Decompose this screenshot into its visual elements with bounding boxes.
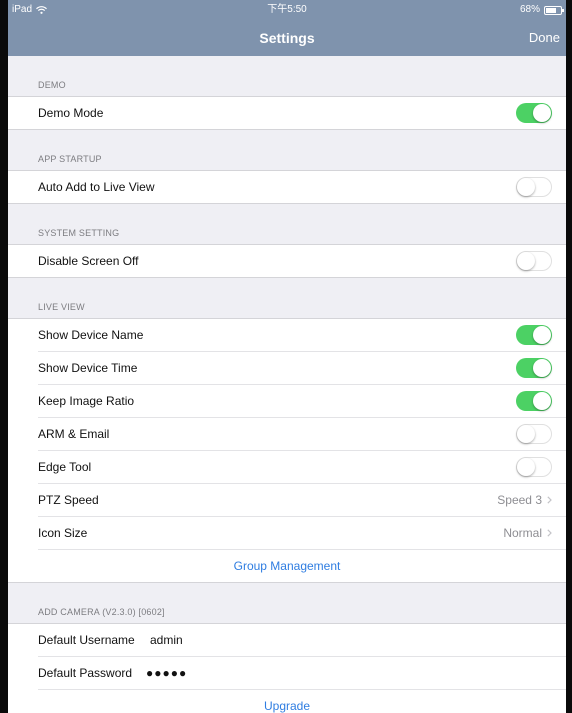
row-arm-email: ARM & Email (38, 418, 566, 451)
row-label: PTZ Speed (38, 493, 99, 507)
section-header-system-setting: SYSTEM SETTING (8, 204, 566, 245)
done-button[interactable]: Done (529, 20, 560, 56)
chevron-right-icon (547, 517, 552, 549)
group-management-button[interactable]: Group Management (8, 550, 566, 582)
row-label: Icon Size (38, 526, 88, 540)
section-header-label: LIVE VIEW (38, 302, 85, 312)
toggle-knob (533, 392, 551, 410)
section-header-label: ADD CAMERA (V2.3.0) [0602] (38, 607, 165, 617)
upgrade-button[interactable]: Upgrade (8, 690, 566, 713)
section-header-app-startup: APP STARTUP (8, 130, 566, 171)
row-label: Keep Image Ratio (38, 394, 135, 408)
toggle-knob (533, 359, 551, 377)
section-header-demo: DEMO (8, 56, 566, 97)
edge-tool-toggle[interactable] (516, 457, 552, 477)
row-edge-tool: Edge Tool (38, 451, 566, 484)
toggle-knob (517, 178, 535, 196)
row-icon-size[interactable]: Icon Size Normal (38, 517, 566, 550)
row-label: Edge Tool (38, 460, 92, 474)
ptz-speed-value: Speed 3 (497, 484, 552, 516)
battery-fill (546, 7, 556, 13)
battery-icon (544, 5, 564, 15)
status-right: 68% (519, 0, 564, 20)
toggle-knob (517, 458, 535, 476)
row-group-management: Group Management (38, 550, 566, 582)
row-show-device-name: Show Device Name (38, 319, 566, 352)
page-title: Settings (259, 30, 315, 46)
section-header-label: DEMO (38, 80, 66, 90)
row-demo-mode: Demo Mode (38, 97, 566, 129)
row-default-username: Default Username (38, 624, 566, 657)
auto-add-toggle[interactable] (516, 177, 552, 197)
row-default-password: Default Password ●●●●● (38, 657, 566, 690)
show-device-time-toggle[interactable] (516, 358, 552, 378)
username-input[interactable] (150, 624, 350, 656)
row-ptz-speed[interactable]: PTZ Speed Speed 3 (38, 484, 566, 517)
row-label: ARM & Email (38, 427, 110, 441)
section-header-label: APP STARTUP (38, 154, 102, 164)
battery-percent: 68% (519, 4, 540, 15)
password-input[interactable]: ●●●●● (146, 657, 346, 689)
row-show-device-time: Show Device Time (38, 352, 566, 385)
row-label: Show Device Time (38, 361, 138, 375)
keep-image-ratio-toggle[interactable] (516, 391, 552, 411)
toggle-knob (517, 425, 535, 443)
header: iPad 下午5:50 68% Settings Done (8, 0, 566, 56)
section-live-view: Show Device Name Show Device Time Keep I… (8, 319, 566, 583)
chevron-right-icon (547, 484, 552, 516)
arm-email-toggle[interactable] (516, 424, 552, 444)
section-add-camera: Default Username Default Password ●●●●● … (8, 624, 566, 713)
status-time: 下午5:50 (267, 4, 307, 15)
toggle-knob (517, 252, 535, 270)
row-auto-add-live-view: Auto Add to Live View (38, 171, 566, 203)
status-bar: iPad 下午5:50 68% (8, 0, 566, 20)
settings-table: DEMO Demo Mode APP STARTUP Auto Add to L… (8, 56, 566, 713)
section-demo: Demo Mode (8, 97, 566, 130)
username-label: Default Username (38, 633, 135, 647)
row-label: Show Device Name (38, 328, 144, 342)
detail-value: Normal (503, 526, 542, 540)
row-upgrade: Upgrade (38, 690, 566, 713)
password-label: Default Password (38, 666, 133, 680)
section-header-live-view: LIVE VIEW (8, 278, 566, 319)
disable-screen-off-toggle[interactable] (516, 251, 552, 271)
detail-value: Speed 3 (497, 493, 542, 507)
toggle-knob (533, 326, 551, 344)
row-label: Auto Add to Live View (38, 180, 155, 194)
section-header-add-camera: ADD CAMERA (V2.3.0) [0602] (8, 583, 566, 624)
toggle-knob (533, 104, 551, 122)
section-system-setting: Disable Screen Off (8, 245, 566, 278)
row-label: Demo Mode (38, 106, 104, 120)
section-app-startup: Auto Add to Live View (8, 171, 566, 204)
row-keep-image-ratio: Keep Image Ratio (38, 385, 566, 418)
section-header-label: SYSTEM SETTING (38, 228, 120, 238)
demo-mode-toggle[interactable] (516, 103, 552, 123)
nav-bar: Settings Done (8, 20, 566, 56)
row-disable-screen-off: Disable Screen Off (38, 245, 566, 277)
show-device-name-toggle[interactable] (516, 325, 552, 345)
row-label: Disable Screen Off (38, 254, 139, 268)
icon-size-value: Normal (503, 517, 552, 549)
settings-screen: iPad 下午5:50 68% Settings Done DEMO Demo … (0, 0, 572, 713)
